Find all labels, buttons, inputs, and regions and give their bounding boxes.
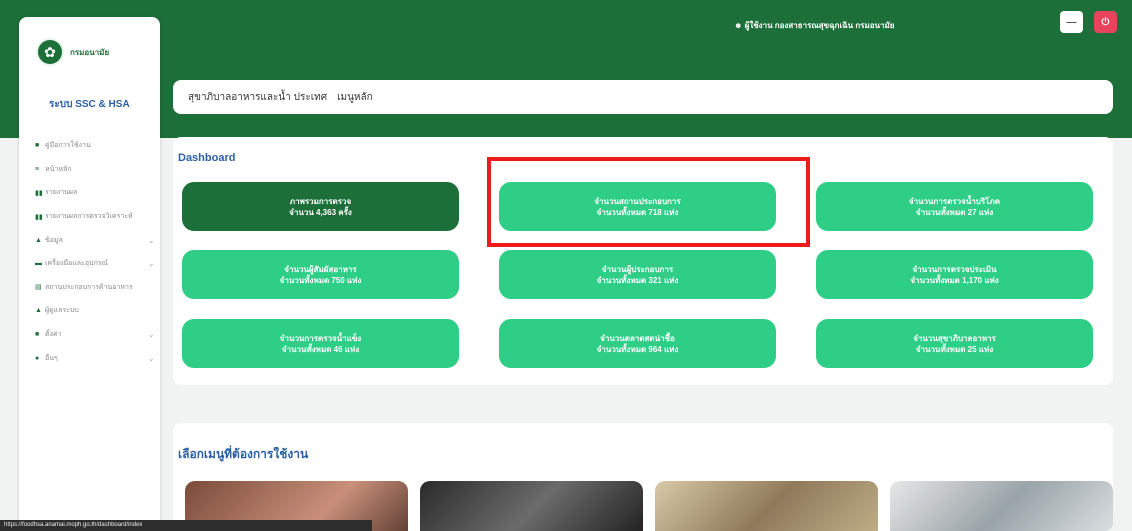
sidebar-item[interactable]: ■ คู่มือการใช้งาน [35, 134, 160, 158]
sidebar-item-icon: ▮▮ [35, 213, 43, 221]
user-icon: ☻ [734, 21, 743, 30]
dashboard-tile[interactable]: จำนวนการตรวจน้ำแข็ง จำนวนทั้งหมด 46 แห่ง [182, 319, 459, 368]
sidebar-item-label: ผู้ดูแลระบบ [45, 307, 79, 315]
top-header: ☻ ผู้ใช้งาน กองสาธารณสุขฉุกเฉิน กรมอนามั… [0, 0, 1132, 138]
sidebar-item-label: เครื่องมือและอุปกรณ์ [45, 260, 108, 268]
sidebar-item-icon: ▲ [35, 236, 42, 244]
menu-card-photo-4[interactable] [890, 481, 1113, 531]
sidebar-item[interactable]: ▮▮ รายงานผล [35, 181, 160, 205]
sidebar: ✿ กรมอนามัย ระบบ SSC & HSA ■ คู่มือการใช้… [19, 17, 160, 531]
tile-title: จำนวนการตรวจประเมิน [912, 264, 997, 274]
sidebar-item-icon: ▬ [35, 260, 42, 268]
logout-button[interactable]: ⏻ [1094, 11, 1117, 33]
tile-title: จำนวนผู้สัมผัสอาหาร [284, 264, 357, 274]
sidebar-item-label: รายงานผล [45, 189, 78, 197]
chevron-down-icon: ⌄ [148, 259, 155, 269]
dashboard-tile[interactable]: ภาพรวมการตรวจ จำนวน 4,363 ครั้ง [182, 182, 459, 231]
breadcrumb-current: เมนูหลัก [337, 91, 373, 103]
highlight-box [487, 157, 810, 247]
sidebar-item[interactable]: ● อื่นๆ ⌄ [35, 346, 160, 370]
tile-title: จำนวนสุขาภิบาลอาหาร [913, 333, 996, 343]
tile-count: จำนวนทั้งหมด 46 แห่ง [281, 344, 360, 354]
dashboard-tile[interactable]: จำนวนผู้สัมผัสอาหาร จำนวนทั้งหมด 750 แห่ง [182, 250, 459, 299]
breadcrumb: สุขาภิบาลอาหารและน้ำ ประเทศ เมนูหลัก [173, 80, 1113, 114]
sidebar-item-icon: ● [35, 354, 40, 362]
sidebar-item-label: อื่นๆ [45, 354, 58, 362]
sidebar-item-label: ตั้งค่า [45, 331, 62, 339]
sidebar-item-icon: ▮▮ [35, 189, 43, 197]
tile-count: จำนวนทั้งหมด 27 แห่ง [915, 207, 994, 217]
department-logo-icon: ✿ [36, 38, 64, 66]
tile-count: จำนวนทั้งหมด 750 แห่ง [279, 275, 362, 285]
tile-count: จำนวนทั้งหมด 964 แห่ง [596, 344, 679, 354]
tile-title: จำนวนการตรวจน้ำบริโภค [908, 196, 1001, 206]
tile-count: จำนวนทั้งหมด 321 แห่ง [596, 275, 679, 285]
user-info[interactable]: ☻ ผู้ใช้งาน กองสาธารณสุขฉุกเฉิน กรมอนามั… [734, 19, 1054, 32]
sidebar-item[interactable]: ■ ตั้งค่า ⌄ [35, 323, 160, 347]
minimize-button[interactable]: — [1060, 11, 1083, 33]
menu-card-photo-3[interactable] [655, 481, 878, 531]
sidebar-item[interactable]: ▬ เครื่องมือและอุปกรณ์ ⌄ [35, 252, 160, 276]
menu-card-photo-2[interactable] [420, 481, 643, 531]
chevron-down-icon: ⌄ [148, 353, 155, 363]
tile-title: จำนวนการตรวจน้ำแข็ง [279, 333, 362, 343]
sidebar-item-icon: ▲ [35, 307, 42, 315]
sidebar-item-icon: ■ [35, 331, 40, 339]
tile-title: จำนวนผู้ประกอบการ [601, 264, 674, 274]
chevron-down-icon: ⌄ [148, 330, 155, 340]
sidebar-nav: ■ คู่มือการใช้งาน ≡ หน้าหลัก ▮▮ รายงานผล ▮▮ ราย… [35, 134, 160, 370]
dashboard-tile[interactable]: จำนวนการตรวจประเมิน จำนวนทั้งหมด 1,170 แห… [816, 250, 1093, 299]
sidebar-item[interactable]: ▲ ผู้ดูแลระบบ [35, 299, 160, 323]
chevron-down-icon: ⌄ [148, 235, 155, 245]
dashboard-tile[interactable]: จำนวนการตรวจน้ำบริโภค จำนวนทั้งหมด 27 แห่… [816, 182, 1093, 231]
sidebar-item[interactable]: ▤ สถานประกอบการด้านอาหาร [35, 276, 160, 300]
menu-selection-panel: เลือกเมนูที่ต้องการใช้งาน [173, 423, 1113, 531]
logo-text: กรมอนามัย [70, 47, 110, 57]
tile-count: จำนวน 4,363 ครั้ง [289, 207, 352, 217]
sidebar-item-icon: ▤ [35, 284, 42, 292]
dashboard-title: Dashboard [178, 152, 236, 164]
tile-count: จำนวนทั้งหมด 25 แห่ง [915, 344, 994, 354]
sidebar-item-label: รายงานผลการตรวจวิเคราะห์ [45, 213, 133, 221]
dashboard-tile[interactable]: จำนวนผู้ประกอบการ จำนวนทั้งหมด 321 แห่ง [499, 250, 776, 299]
tile-title: จำนวนตลาดสดน่าซื้อ [600, 333, 675, 343]
sidebar-item[interactable]: ≡ หน้าหลัก [35, 158, 160, 182]
sidebar-item-label: สถานประกอบการด้านอาหาร [45, 283, 133, 291]
sidebar-item[interactable]: ▲ ข้อมูล ⌄ [35, 228, 160, 252]
tile-count: จำนวนทั้งหมด 1,170 แห่ง [910, 275, 999, 285]
sidebar-item-label: ข้อมูล [45, 236, 63, 244]
sidebar-item-icon: ■ [35, 142, 40, 150]
logo[interactable]: ✿ กรมอนามัย [36, 37, 146, 67]
sidebar-item[interactable]: ▮▮ รายงานผลการตรวจวิเคราะห์ [35, 205, 160, 229]
dashboard-tile[interactable]: จำนวนสุขาภิบาลอาหาร จำนวนทั้งหมด 25 แห่ง [816, 319, 1093, 368]
system-name: ระบบ SSC & HSA [49, 99, 130, 110]
sidebar-item-icon: ≡ [35, 165, 40, 173]
browser-status-bar: https://foodhsa.anamai.moph.go.th/dashbo… [0, 520, 372, 531]
sidebar-item-label: หน้าหลัก [45, 165, 72, 173]
breadcrumb-path[interactable]: สุขาภิบาลอาหารและน้ำ ประเทศ [188, 90, 327, 105]
dashboard-tile[interactable]: จำนวนตลาดสดน่าซื้อ จำนวนทั้งหมด 964 แห่ง [499, 319, 776, 368]
sidebar-item-label: คู่มือการใช้งาน [45, 142, 91, 150]
tile-title: ภาพรวมการตรวจ [289, 196, 352, 206]
menu-section-title: เลือกเมนูที่ต้องการใช้งาน [178, 447, 309, 461]
